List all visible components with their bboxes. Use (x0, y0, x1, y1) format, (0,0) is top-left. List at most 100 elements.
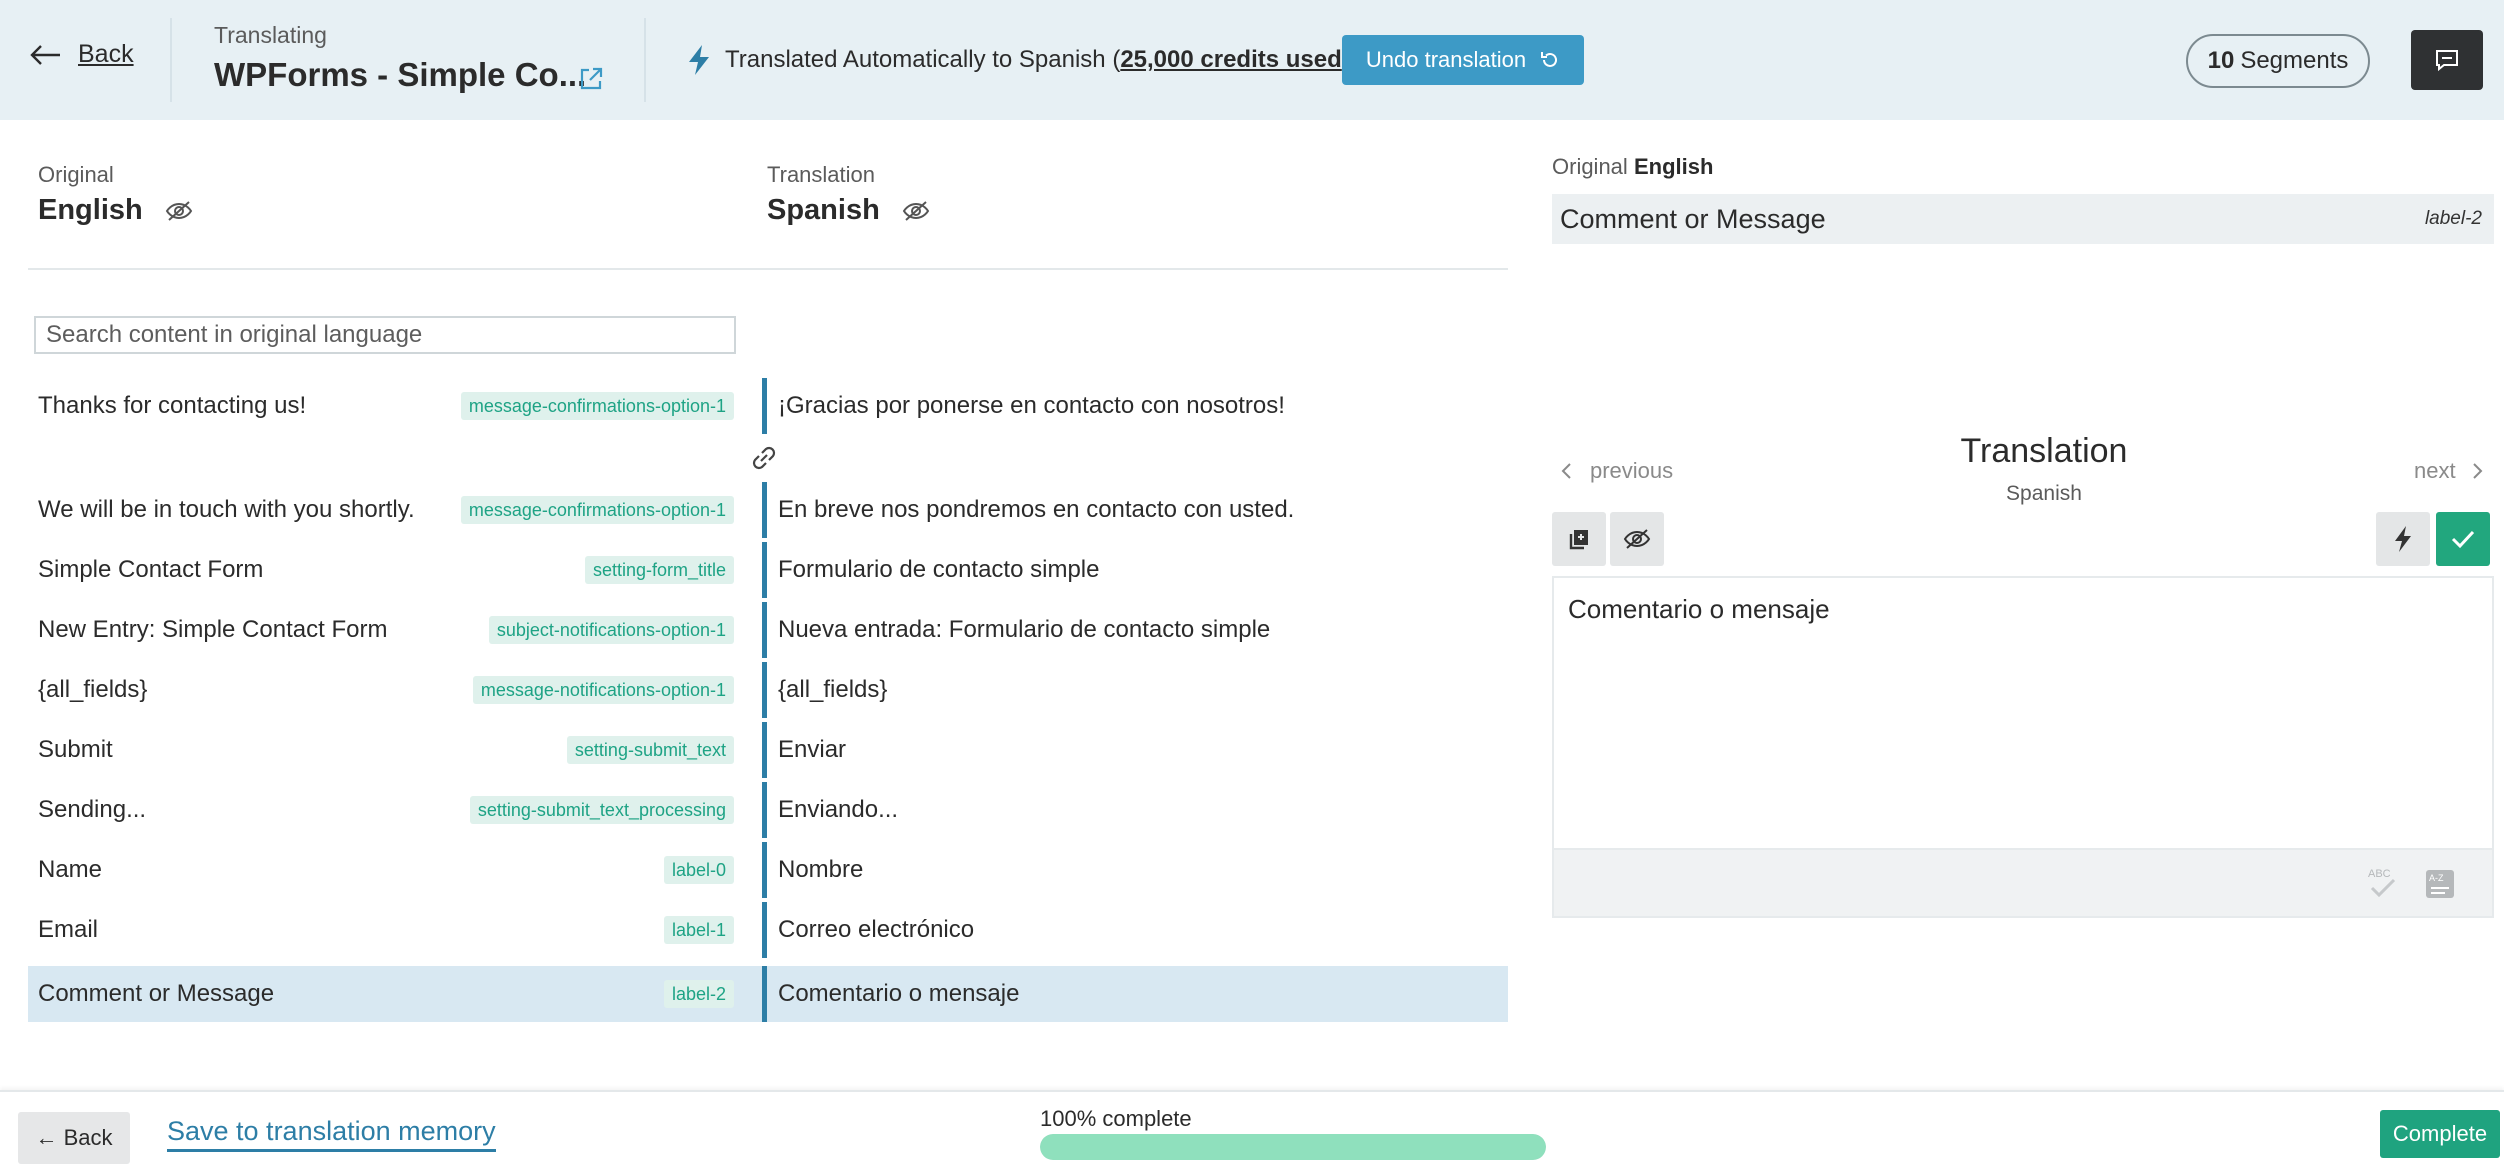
progress-label: 100% complete (1040, 1106, 1192, 1131)
credits-used-link[interactable]: 25,000 credits used (1120, 46, 1341, 73)
header-divider (170, 18, 172, 102)
auto-translate-button[interactable] (2376, 512, 2430, 566)
spellcheck-badge: ABC (2368, 868, 2391, 880)
checkmark-icon (2451, 530, 2475, 549)
segment-translation-text[interactable]: Nombre (778, 842, 863, 898)
segment-translation-text[interactable]: {all_fields} (778, 662, 887, 718)
segment-row[interactable]: {all_fields} message-notifications-option… (28, 662, 1508, 718)
segment-status-bar (762, 482, 767, 538)
next-label: next (2414, 458, 2456, 483)
translation-column-label: Translation (767, 162, 876, 187)
progress-fill (1040, 1134, 1546, 1160)
segment-key-tag: subject-notifications-option-1 (488, 616, 734, 644)
segment-row[interactable]: We will be in touch with you shortly. mes… (28, 482, 1508, 538)
back-link-label: Back (78, 40, 134, 68)
translation-language-heading: Spanish (767, 194, 930, 227)
external-link-icon[interactable] (578, 66, 604, 92)
confirm-translation-button[interactable] (2436, 512, 2490, 566)
segment-row[interactable]: New Entry: Simple Contact Form subject-no… (28, 602, 1508, 658)
panel-original-key: label-2 (2424, 208, 2482, 229)
segment-translation-text[interactable]: Correo electrónico (778, 902, 974, 958)
translation-editor: Comentario o mensaje ABC A-Z (1552, 576, 2494, 918)
segment-status-bar (762, 842, 767, 898)
spellcheck-icon[interactable]: ABC (2366, 864, 2400, 902)
segment-translation-text[interactable]: Enviar (778, 722, 846, 778)
segment-key-tag: message-notifications-option-1 (472, 676, 734, 704)
segment-translation-text[interactable]: Comentario o mensaje (778, 966, 1019, 1022)
eye-off-icon[interactable] (165, 199, 193, 223)
toggle-preview-button[interactable] (1610, 512, 1664, 566)
segments-count-badge[interactable]: 10 Segments (2186, 34, 2370, 88)
copy-original-button[interactable] (1552, 512, 1606, 566)
link-icon[interactable] (746, 440, 782, 476)
segment-key-tag: message-confirmations-option-1 (460, 392, 734, 420)
eye-off-icon[interactable] (902, 199, 930, 223)
panel-original-text: Comment or Message (1560, 203, 1826, 234)
segment-translation-text[interactable]: En breve nos pondremos en contacto con u… (778, 482, 1294, 538)
segment-row[interactable]: Sending... setting-submit_text_processing… (28, 782, 1508, 838)
segment-key-tag: message-confirmations-option-1 (460, 496, 734, 524)
editor-toolbar: ABC A-Z (1554, 848, 2492, 916)
progress-bar (1040, 1134, 1546, 1160)
dictionary-badge: A-Z (2429, 873, 2444, 883)
search-input[interactable] (34, 316, 736, 354)
panel-translation-title: Translation (1960, 432, 2128, 470)
complete-button[interactable]: Complete (2380, 1110, 2500, 1158)
eye-off-icon (1623, 529, 1651, 549)
footer-back-button[interactable]: ← Back (18, 1112, 130, 1164)
translation-language-name: Spanish (767, 194, 880, 226)
panel-translation-language: Spanish (2006, 482, 2082, 505)
segment-original-text: Thanks for contacting us! (38, 392, 307, 419)
header-divider (644, 18, 646, 102)
segment-row[interactable]: Submit setting-submit_text Enviar (28, 722, 1508, 778)
segment-original-text: Name (38, 856, 103, 883)
back-link[interactable]: Back (30, 40, 134, 69)
translating-label: Translating (214, 22, 327, 48)
segment-translation-text[interactable]: Nueva entrada: Formulario de contacto si… (778, 602, 1270, 658)
segment-original-text: New Entry: Simple Contact Form (38, 616, 388, 643)
save-to-memory-link[interactable]: Save to translation memory (167, 1116, 496, 1152)
segment-status-bar (762, 722, 767, 778)
original-language-name: English (38, 194, 143, 226)
segment-row[interactable]: Name label-0 Nombre (28, 842, 1508, 898)
original-language-heading: English (38, 194, 193, 227)
segment-status-bar (762, 542, 767, 598)
top-bar: Back Translating WPForms - Simple Co... … (0, 0, 2504, 120)
segments-count: 10 (2207, 47, 2235, 74)
segment-key-tag: setting-form_title (584, 556, 734, 584)
segment-translation-text[interactable]: Formulario de contacto simple (778, 542, 1099, 598)
comments-button[interactable] (2411, 30, 2483, 90)
undo-translation-button[interactable]: Undo translation (1342, 35, 1584, 85)
segment-translation-text[interactable]: ¡Gracias por ponerse en contacto con nos… (778, 378, 1285, 434)
segment-key-tag: label-1 (663, 916, 734, 944)
dictionary-icon[interactable]: A-Z (2424, 868, 2456, 900)
segment-row[interactable]: Comment or Message label-2 Comentario o me… (28, 966, 1508, 1022)
segment-row[interactable]: Email label-1 Correo electrónico (28, 902, 1508, 958)
translation-textarea[interactable]: Comentario o mensaje (1554, 578, 2492, 848)
segment-original-text: Comment or Message (38, 980, 275, 1007)
segment-key-tag: label-0 (663, 856, 734, 884)
next-segment-button[interactable]: next (2414, 458, 2484, 484)
previous-label: previous (1590, 458, 1674, 483)
footer-bar: ← Back Save to translation memory 100% c… (0, 1090, 2504, 1176)
column-header-divider (28, 268, 1508, 270)
panel-original-label: Original (1552, 154, 1628, 179)
original-column-label: Original (38, 162, 114, 187)
segment-row[interactable]: Simple Contact Form setting-form_title For… (28, 542, 1508, 598)
previous-segment-button[interactable]: previous (1560, 458, 1673, 484)
segment-status-bar (762, 966, 767, 1022)
panel-original-text-box: Comment or Message label-2 (1552, 194, 2494, 244)
segment-translation-text[interactable]: Enviando... (778, 782, 898, 838)
auto-translation-prefix: Translated Automatically to Spanish ( (725, 46, 1121, 73)
segment-original-text: Submit (38, 736, 113, 763)
segment-key-tag: label-2 (663, 980, 734, 1008)
segment-original-text: We will be in touch with you shortly. (38, 496, 415, 523)
segment-row[interactable]: Thanks for contacting us! message-confirm… (28, 378, 1508, 434)
segment-status-bar (762, 782, 767, 838)
segment-status-bar (762, 662, 767, 718)
document-title: WPForms - Simple Co... (214, 56, 587, 93)
copy-icon (1569, 530, 1588, 550)
chevron-left-icon (1561, 463, 1571, 479)
chevron-right-icon (2472, 463, 2483, 479)
undo-translation-label: Undo translation (1365, 47, 1527, 72)
